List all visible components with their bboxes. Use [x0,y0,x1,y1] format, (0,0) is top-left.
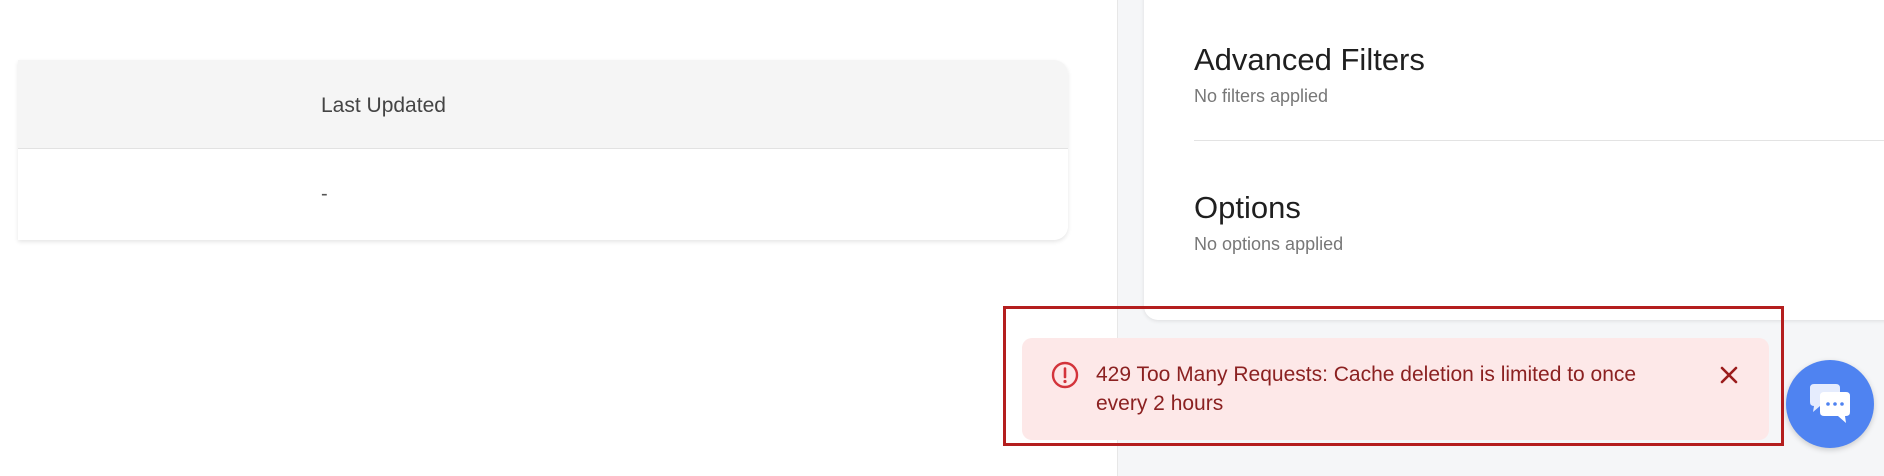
chat-icon [1810,384,1850,423]
table-row[interactable]: - [18,149,1068,240]
data-table: Last Updated - [18,60,1068,240]
highlight-frame [1003,306,1784,446]
cell-last-updated: - [321,183,328,205]
table-header: Last Updated [18,60,1068,149]
advanced-filters-title: Advanced Filters [1194,42,1425,77]
options-title: Options [1194,190,1301,225]
options-section[interactable]: Options No options applied [1194,190,1884,290]
column-header-last-updated[interactable]: Last Updated [321,94,446,118]
chat-button[interactable] [1786,360,1874,448]
advanced-filters-subtitle: No filters applied [1194,86,1329,106]
page: Last Updated - Advanced Filters No filte… [0,0,1884,476]
section-divider [1194,140,1884,141]
advanced-filters-section[interactable]: Advanced Filters No filters applied [1194,42,1884,142]
options-subtitle: No options applied [1194,234,1344,254]
main-content: Last Updated - [0,0,1117,476]
filters-card: Advanced Filters No filters applied Opti… [1144,0,1884,320]
